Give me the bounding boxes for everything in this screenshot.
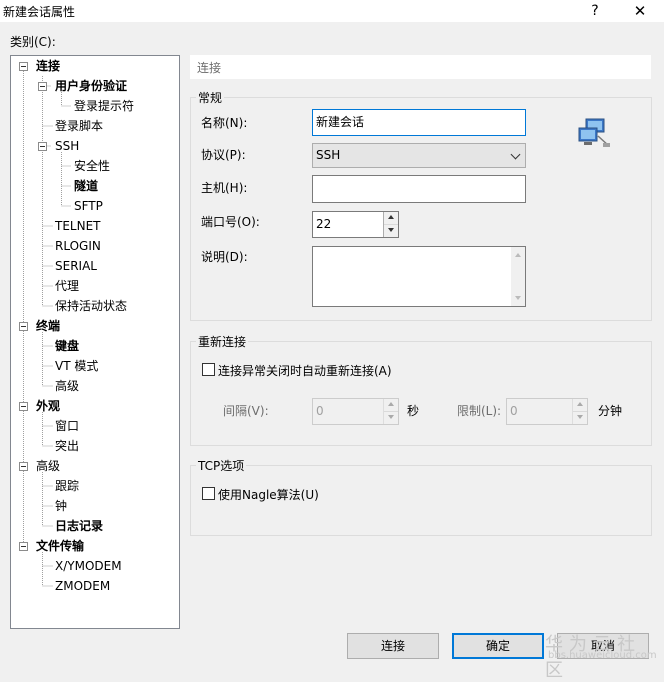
spin-up-button[interactable]	[384, 212, 398, 225]
nagle-checkbox[interactable]	[202, 487, 215, 500]
reconnect-group-title: 重新连接	[196, 333, 249, 350]
tree-item-login-script[interactable]: 登录脚本	[55, 117, 103, 135]
tcp-options-group-title: TCP选项	[196, 457, 247, 474]
tree-item-advanced[interactable]: 高级	[36, 457, 60, 475]
tree-item-logging[interactable]: 日志记录	[55, 517, 103, 535]
interval-value: 0	[316, 404, 324, 418]
general-group-title: 常规	[196, 89, 225, 106]
host-label: 主机(H):	[201, 181, 248, 195]
network-computers-icon	[578, 118, 610, 147]
scroll-down-icon	[515, 296, 521, 300]
window-title: 新建会话属性	[3, 5, 76, 19]
port-label: 端口号(O):	[201, 215, 260, 229]
scroll-up-icon	[515, 253, 521, 257]
protocol-label: 协议(P):	[201, 148, 246, 162]
limit-spinner[interactable]	[572, 399, 587, 424]
title-bar: 新建会话属性 ? ✕	[0, 0, 664, 22]
tree-item-terminal[interactable]: 终端	[36, 317, 60, 335]
port-value: 22	[316, 217, 332, 231]
tree-item-xymodem[interactable]: X/YMODEM	[55, 557, 122, 575]
tree-item-highlight[interactable]: 突出	[55, 437, 79, 455]
auto-reconnect-label[interactable]: 连接异常关闭时自动重新连接(A)	[218, 362, 392, 379]
arrow-down-icon	[388, 414, 394, 419]
ok-button[interactable]: 确定	[452, 633, 544, 659]
collapse-icon[interactable]	[19, 322, 28, 331]
name-input[interactable]: 新建会话	[312, 109, 526, 136]
tree-item-keepalive[interactable]: 保持活动状态	[55, 297, 127, 315]
description-label: 说明(D):	[201, 250, 248, 264]
tree-item-trace[interactable]: 跟踪	[55, 477, 79, 495]
tree-item-user-auth[interactable]: 用户身份验证	[55, 77, 127, 95]
tree-item-bell[interactable]: 钟	[55, 497, 67, 515]
tree-item-serial[interactable]: SERIAL	[55, 257, 97, 275]
tree-item-connection[interactable]: 连接	[36, 57, 60, 75]
collapse-icon[interactable]	[19, 62, 28, 71]
tree-item-sftp[interactable]: SFTP	[74, 197, 103, 215]
spin-down-button[interactable]	[384, 411, 398, 424]
tree-item-security[interactable]: 安全性	[74, 157, 110, 175]
arrow-up-icon	[577, 402, 583, 406]
close-button[interactable]: ✕	[620, 0, 660, 22]
name-label: 名称(N):	[201, 116, 248, 130]
interval-label: 间隔(V):	[223, 404, 269, 418]
watermark-url: bbs.huaweicloud.com	[548, 650, 657, 661]
interval-spinner[interactable]	[383, 399, 398, 424]
tree-item-window[interactable]: 窗口	[55, 417, 79, 435]
protocol-value: SSH	[316, 148, 341, 162]
category-tree[interactable]: 连接 用户身份验证 登录提示符 登录脚本 SSH 安全性 隧道 SFTP TEL…	[10, 55, 180, 629]
tree-item-proxy[interactable]: 代理	[55, 277, 79, 295]
tree-item-login-prompt[interactable]: 登录提示符	[74, 97, 134, 115]
panel-header: 连接	[190, 55, 651, 79]
port-input[interactable]: 22	[312, 211, 399, 238]
tree-item-tunnel[interactable]: 隧道	[74, 177, 98, 195]
tree-item-file-transfer[interactable]: 文件传输	[36, 537, 84, 555]
tree-item-telnet[interactable]: TELNET	[55, 217, 101, 235]
interval-input[interactable]: 0	[312, 398, 399, 425]
collapse-icon[interactable]	[38, 82, 47, 91]
interval-unit: 秒	[407, 404, 420, 418]
tree-item-zmodem[interactable]: ZMODEM	[55, 577, 110, 595]
category-label: 类别(C):	[10, 35, 56, 49]
spin-down-button[interactable]	[384, 224, 398, 237]
tree-item-appearance[interactable]: 外观	[36, 397, 60, 415]
auto-reconnect-checkbox[interactable]	[202, 363, 215, 376]
chevron-down-icon	[510, 149, 521, 160]
spin-down-button[interactable]	[573, 411, 587, 424]
tree-item-rlogin[interactable]: RLOGIN	[55, 237, 101, 255]
connect-button[interactable]: 连接	[347, 633, 439, 659]
tree-item-ssh[interactable]: SSH	[55, 137, 79, 155]
nagle-label[interactable]: 使用Nagle算法(U)	[218, 486, 319, 503]
collapse-icon[interactable]	[19, 542, 28, 551]
protocol-select[interactable]: SSH	[312, 143, 526, 168]
limit-input[interactable]: 0	[506, 398, 588, 425]
collapse-icon[interactable]	[19, 402, 28, 411]
spin-up-button[interactable]	[384, 399, 398, 412]
limit-label: 限制(L):	[457, 404, 502, 418]
reconnect-group	[190, 341, 652, 446]
arrow-up-icon	[388, 215, 394, 219]
tree-item-keyboard[interactable]: 键盘	[55, 337, 79, 355]
description-scrollbar[interactable]	[511, 247, 525, 306]
arrow-down-icon	[577, 414, 583, 419]
tree-item-vt-mode[interactable]: VT 模式	[55, 357, 98, 375]
arrow-up-icon	[388, 402, 394, 406]
collapse-icon[interactable]	[38, 142, 47, 151]
limit-value: 0	[510, 404, 518, 418]
collapse-icon[interactable]	[19, 462, 28, 471]
panel-title: 连接	[197, 61, 222, 75]
port-spinner[interactable]	[383, 212, 398, 237]
description-textarea[interactable]	[312, 246, 526, 307]
limit-unit: 分钟	[598, 404, 623, 418]
host-input[interactable]	[312, 175, 526, 203]
arrow-down-icon	[388, 227, 394, 232]
help-button[interactable]: ?	[575, 0, 615, 22]
tree-item-terminal-advanced[interactable]: 高级	[55, 377, 79, 395]
spin-up-button[interactable]	[573, 399, 587, 412]
